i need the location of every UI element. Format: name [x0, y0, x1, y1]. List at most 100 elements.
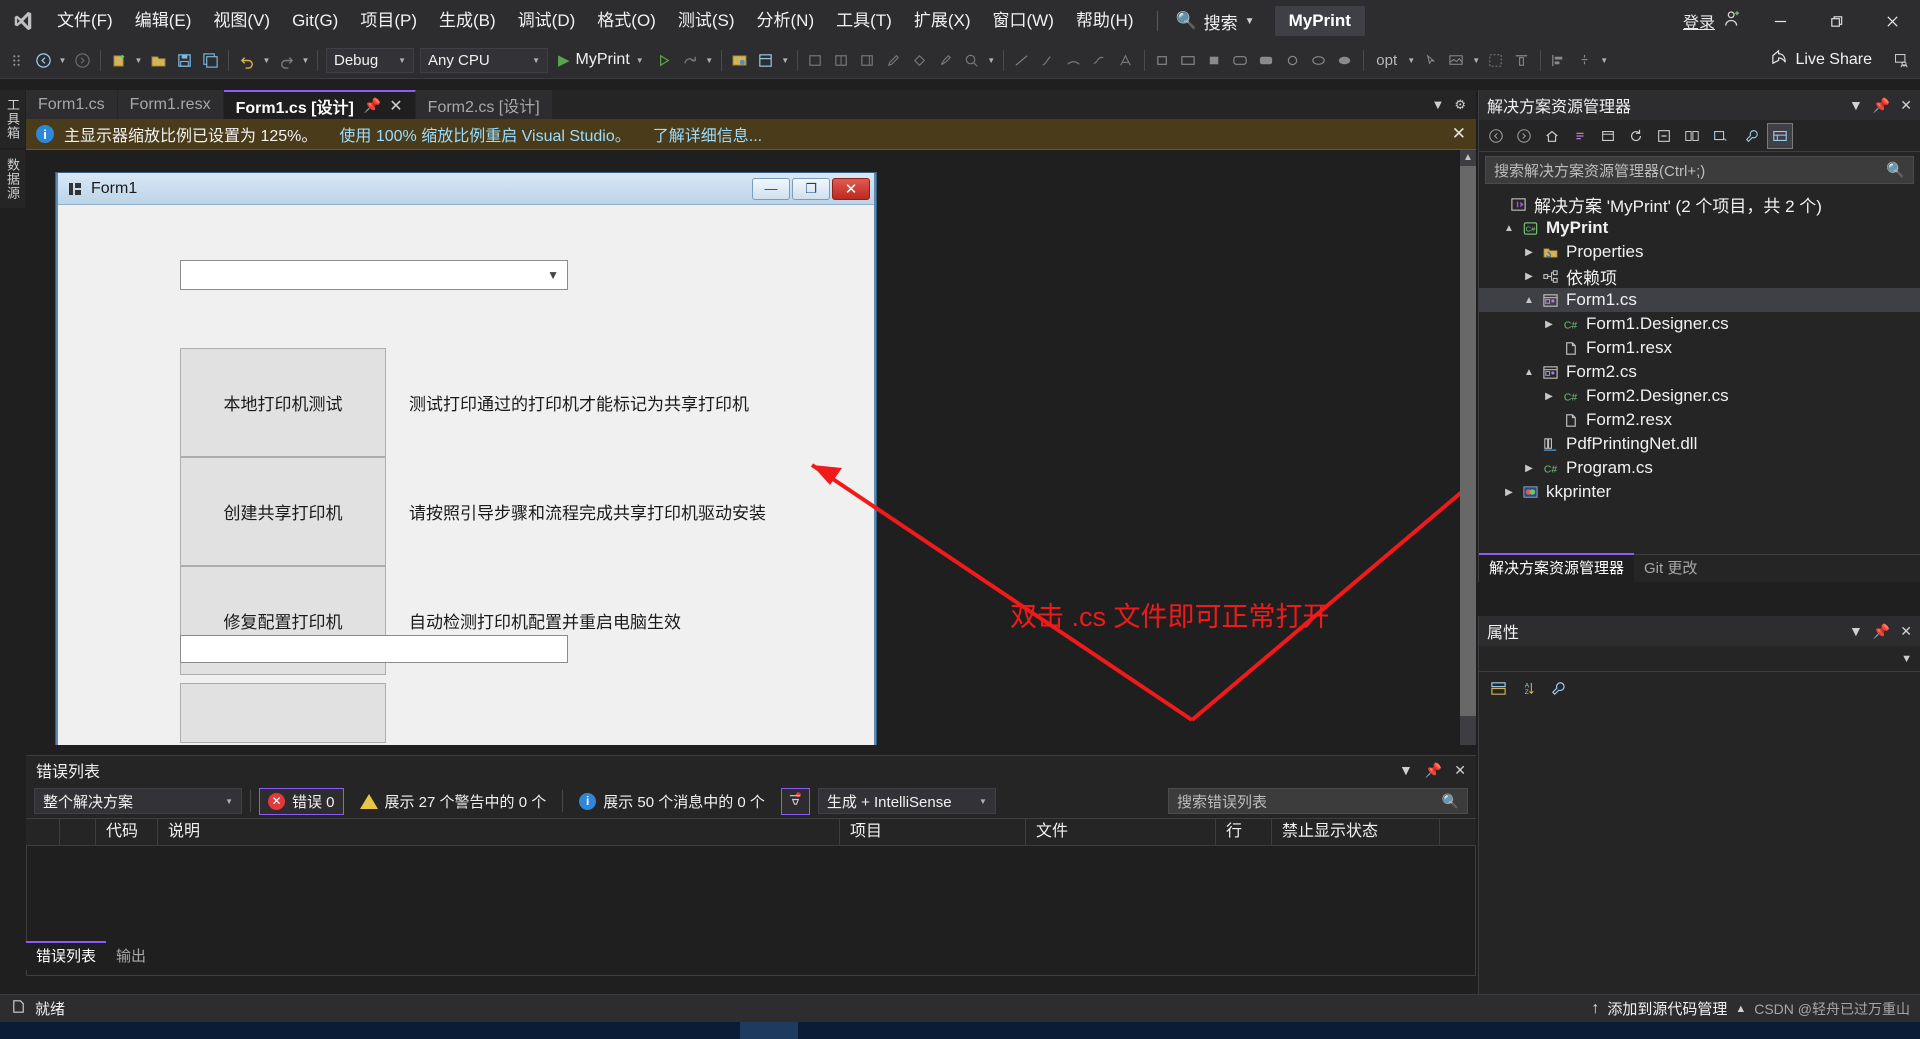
start-without-debugging-icon[interactable]	[651, 45, 677, 75]
pin-icon[interactable]: 📌	[1873, 97, 1890, 114]
tree-node-program-cs[interactable]: ▶ C# Program.cs	[1479, 456, 1920, 480]
align-top-icon[interactable]	[1509, 45, 1535, 75]
chevron-collapsed-icon[interactable]: ▶	[1499, 487, 1519, 498]
chevron-expanded-icon[interactable]: ▲	[1519, 295, 1539, 306]
menu-item-build[interactable]: 生成(B)	[428, 0, 507, 42]
preview-selected-items-icon[interactable]	[1767, 122, 1793, 149]
insert-image-icon[interactable]	[1444, 45, 1470, 75]
create-shared-printer-button[interactable]: 创建共享打印机	[180, 457, 386, 566]
curve-shape-icon[interactable]	[1087, 45, 1113, 75]
magic-select-icon[interactable]	[1418, 45, 1444, 75]
home-icon[interactable]	[1539, 123, 1565, 149]
redo-icon[interactable]	[273, 45, 299, 75]
scroll-up-icon[interactable]: ▲	[1460, 150, 1476, 166]
undo-icon[interactable]	[234, 45, 260, 75]
options-dropdown-icon[interactable]: ▼	[1405, 56, 1418, 65]
chevron-collapsed-icon[interactable]: ▶	[1539, 391, 1559, 402]
save-icon[interactable]	[171, 45, 197, 75]
new-project-icon[interactable]	[106, 45, 132, 75]
menu-item-debug[interactable]: 调试(D)	[507, 0, 587, 42]
solution-explorer-search-input[interactable]: 搜索解决方案资源管理器(Ctrl+;) 🔍	[1485, 156, 1914, 184]
tree-node-kkprinter-project[interactable]: ▶ kkprinter	[1479, 480, 1920, 504]
menu-item-analyze[interactable]: 分析(N)	[746, 0, 826, 42]
warnings-filter-button[interactable]: 展示 27 个警告中的 0 个	[352, 789, 555, 814]
select-startup-item-icon[interactable]	[727, 45, 753, 75]
chevron-collapsed-icon[interactable]: ▶	[1519, 247, 1539, 258]
pen-shape-icon[interactable]	[1035, 45, 1061, 75]
menu-item-test[interactable]: 测试(S)	[667, 0, 746, 42]
zoom-tool-icon[interactable]	[959, 45, 985, 75]
chevron-expanded-icon[interactable]: ▲	[1499, 223, 1519, 234]
col-project[interactable]: 项目	[840, 818, 1026, 846]
col-sort-indicator[interactable]	[60, 818, 96, 846]
tab-form1-resx[interactable]: Form1.resx	[117, 90, 224, 119]
pin-icon[interactable]: 📌	[1873, 623, 1890, 640]
form1-close-button[interactable]: ✕	[832, 177, 870, 200]
form1-preview[interactable]: Form1 — ❐ ✕ ▼ 本地打印机测试 测试打印通过的打印机才能标记为共享打…	[56, 173, 876, 745]
rect-shape-icon[interactable]	[1176, 45, 1202, 75]
filled-square-icon[interactable]	[1202, 45, 1228, 75]
global-search[interactable]: 🔍 搜索 ▼	[1170, 0, 1261, 42]
chevron-down-icon[interactable]: ▼	[1399, 762, 1413, 779]
pin-icon[interactable]: 📌	[1425, 762, 1442, 779]
live-share-accounts-icon[interactable]	[1882, 45, 1920, 75]
designer-vertical-scrollbar[interactable]: ▲	[1460, 150, 1476, 745]
hot-reload-icon[interactable]	[677, 45, 703, 75]
brush-icon[interactable]	[933, 45, 959, 75]
live-preview-dropdown-icon[interactable]: ▼	[779, 56, 792, 65]
spacing-icon[interactable]	[1572, 45, 1598, 75]
printer-name-textbox[interactable]	[180, 635, 568, 663]
menu-item-window[interactable]: 窗口(W)	[982, 0, 1065, 42]
chevron-up-icon[interactable]: ▲	[1735, 1003, 1746, 1015]
view-icon[interactable]	[1679, 123, 1705, 149]
error-scope-combo[interactable]: 整个解决方案 ▼	[34, 788, 242, 814]
messages-filter-button[interactable]: i 展示 50 个消息中的 0 个	[571, 789, 773, 814]
chevron-collapsed-icon[interactable]: ▶	[1519, 463, 1539, 474]
tab-form1-cs[interactable]: Form1.cs	[26, 90, 118, 119]
maximize-restore-button[interactable]	[1808, 0, 1864, 42]
chevron-collapsed-icon[interactable]: ▶	[1539, 319, 1559, 330]
build-platform-combo[interactable]: Any CPU ▼	[420, 47, 548, 73]
sign-in-button[interactable]: 登录	[1673, 9, 1752, 34]
scrollbar-thumb[interactable]	[1460, 166, 1476, 716]
col-code[interactable]: 代码	[96, 818, 158, 846]
bottom-action-button[interactable]	[180, 683, 386, 743]
data-sources-vertical-tab[interactable]: 数据源	[0, 150, 25, 208]
chevron-down-icon[interactable]: ▼	[1849, 623, 1863, 639]
navigate-forward-icon[interactable]	[69, 45, 95, 75]
filter-toggle-button[interactable]	[780, 787, 810, 815]
redo-dropdown-icon[interactable]: ▼	[299, 56, 312, 65]
chevron-down-icon[interactable]: ▼	[1431, 97, 1444, 112]
toolbar-overflow-grip-icon[interactable]	[4, 45, 30, 75]
col-description[interactable]: 说明	[158, 818, 840, 846]
back-icon[interactable]	[1483, 123, 1509, 149]
refresh-icon[interactable]	[1623, 123, 1649, 149]
pending-changes-icon[interactable]	[1567, 123, 1593, 149]
spacing-dropdown-icon[interactable]: ▼	[1598, 56, 1611, 65]
alphabetical-icon[interactable]: AZ	[1515, 675, 1541, 701]
close-window-button[interactable]	[1864, 0, 1920, 42]
tree-node-form1-resx[interactable]: Form1.resx	[1479, 336, 1920, 360]
tree-node-form2-designer-cs[interactable]: ▶ C# Form2.Designer.cs	[1479, 384, 1920, 408]
menu-item-project[interactable]: 项目(P)	[349, 0, 428, 42]
bottom-tab-error-list[interactable]: 错误列表	[26, 941, 107, 970]
text-tool-icon[interactable]	[1113, 45, 1139, 75]
properties-object-selector[interactable]: ▼	[1479, 646, 1920, 672]
chevron-collapsed-icon[interactable]: ▶	[1519, 271, 1539, 282]
tree-node-properties[interactable]: ▶ Properties	[1479, 240, 1920, 264]
menu-item-edit[interactable]: 编辑(E)	[124, 0, 203, 42]
close-icon[interactable]: ✕	[1900, 623, 1912, 640]
paint-bucket-icon[interactable]	[907, 45, 933, 75]
tree-node-dependencies[interactable]: ▶ 依赖项	[1479, 264, 1920, 288]
tree-node-solution[interactable]: 解决方案 'MyPrint' (2 个项目，共 2 个)	[1479, 192, 1920, 216]
bottom-tab-git-changes[interactable]: Git 更改	[1634, 553, 1707, 582]
pin-icon[interactable]: 📌	[364, 97, 381, 114]
close-icon[interactable]: ✕	[389, 96, 402, 116]
tree-node-pdfprintingnet-dll[interactable]: PdfPrintingNet.dll	[1479, 432, 1920, 456]
forward-icon[interactable]	[1511, 123, 1537, 149]
align-controls-icon[interactable]	[1546, 45, 1572, 75]
categorized-icon[interactable]	[1485, 675, 1511, 701]
menu-item-extensions[interactable]: 扩展(X)	[903, 0, 982, 42]
form1-minimize-button[interactable]: —	[752, 177, 790, 200]
close-icon[interactable]: ✕	[1454, 762, 1466, 779]
